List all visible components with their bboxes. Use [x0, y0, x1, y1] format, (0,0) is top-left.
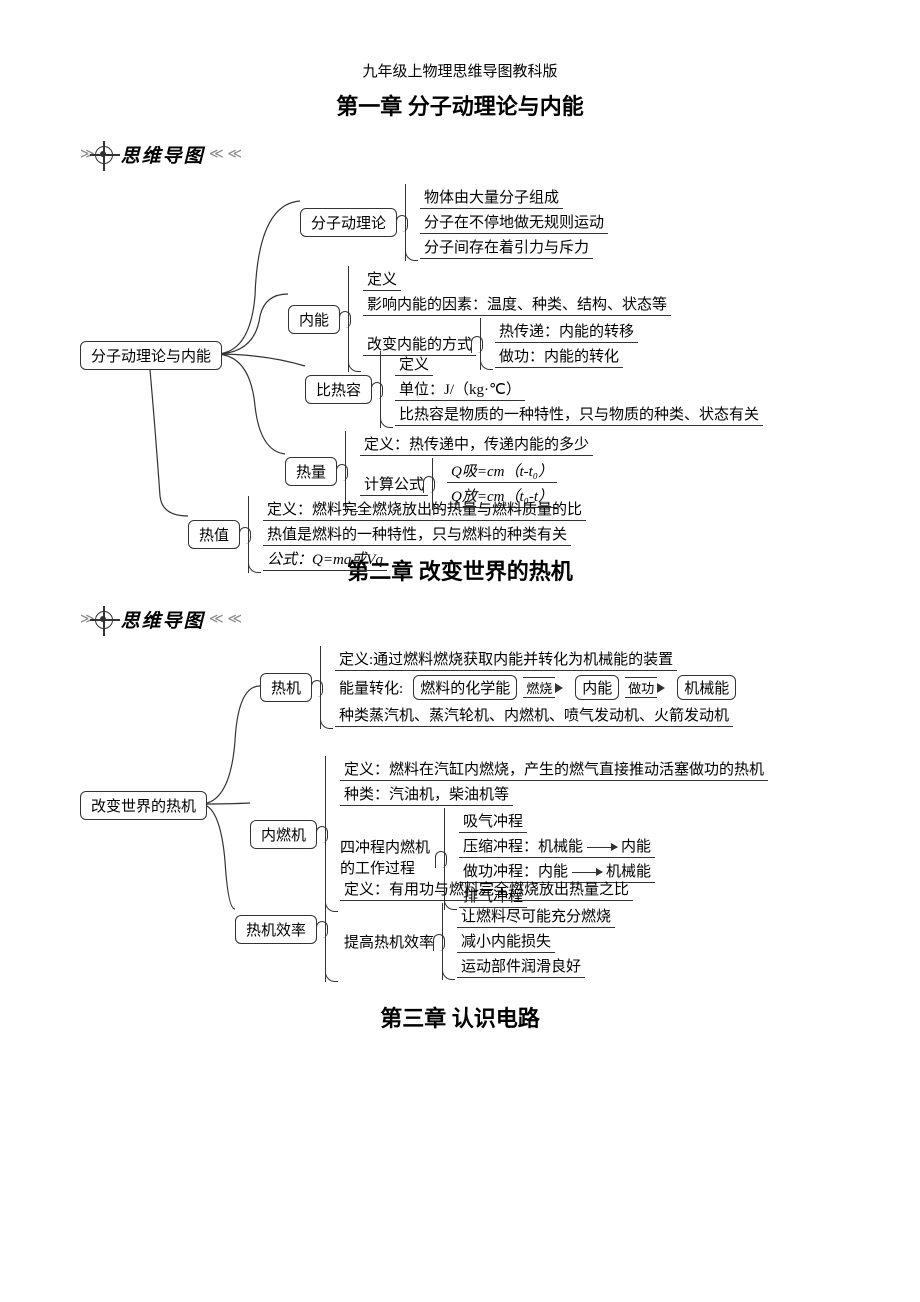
leaf: 种类蒸汽机、蒸汽轮机、内燃机、喷气发动机、火箭发动机 [335, 704, 733, 727]
mindmap-label-text: 思维导图 [121, 141, 205, 168]
leaf: 热值是燃料的一种特性，只与燃料的种类有关 [263, 523, 571, 546]
flow-node: 内能 [575, 675, 619, 700]
map2-branch-heat-engine: 热机 定义:通过燃料燃烧获取内能并转化为机械能的装置 能量转化: 燃料的化学能 … [260, 646, 736, 729]
leaf: 定义：有用功与燃料完全燃烧放出热量之比 [340, 878, 633, 901]
map1-root: 分子动理论与内能 [80, 341, 222, 370]
node-heat-engine: 热机 [260, 673, 312, 702]
mindmap-label-1: ≫ 思维导图 ≫ ≪ [80, 141, 920, 168]
leaf: 热传递：内能的转移 [495, 320, 638, 343]
node-efficiency: 热机效率 [235, 915, 317, 944]
leaf: 让燃料尽可能充分燃烧 [457, 905, 615, 928]
node-heat: 热量 [285, 457, 337, 486]
map1-branch-molecular-theory: 分子动理论 物体由大量分子组成 分子在不停地做无规则运动 分子间存在着引力与斥力 [300, 184, 608, 261]
chapter1-title: 第一章 分子动理论与内能 [0, 89, 920, 121]
leaf-formula: 公式：Q=mq或Vq [263, 548, 387, 571]
map2-root: 改变世界的热机 [80, 791, 207, 820]
node-internal-combustion: 内燃机 [250, 820, 317, 849]
leaf: 分子间存在着引力与斥力 [420, 236, 593, 259]
leaf-formula: Q吸=cm（t-t₀） [447, 460, 557, 483]
leaf: 单位：J/（kg·℃） [395, 378, 525, 401]
arrow-icon [572, 872, 602, 873]
leaf: 定义：燃料完全燃烧放出的热量与燃料质量的比 [263, 498, 586, 521]
node-calorific-value: 热值 [188, 520, 240, 549]
map2-branch-efficiency: 热机效率 定义：有用功与燃料完全燃烧放出热量之比 提高热机效率 让燃料尽可能充分… [235, 876, 633, 982]
arrow-icon [587, 847, 617, 848]
node-molecular-theory: 分子动理论 [300, 208, 397, 237]
leaf: 减小内能损失 [457, 930, 555, 953]
flow-node: 燃料的化学能 [413, 675, 517, 700]
label: 四冲程内燃机的工作过程 [340, 838, 440, 880]
leaf: 定义：热传递中，传递内能的多少 [360, 433, 593, 456]
mindmap-2: 改变世界的热机 热机 定义:通过燃料燃烧获取内能并转化为机械能的装置 能量转化:… [80, 641, 860, 971]
map1-branch-specific-heat: 比热容 定义 单位：J/（kg·℃） 比热容是物质的一种特性，只与物质的种类、状… [305, 351, 763, 428]
mindmap-label-2: ≫ 思维导图 ≫ ≪ [80, 606, 920, 633]
leaf: 物体由大量分子组成 [420, 186, 563, 209]
flow-arrow-label: 做功 [625, 677, 657, 698]
mindmap-1: 分子动理论与内能 分子动理论 物体由大量分子组成 分子在不停地做无规则运动 分子… [80, 176, 860, 546]
leaf: 定义:通过燃料燃烧获取内能并转化为机械能的装置 [335, 648, 677, 671]
map1-branch-calorific-value: 热值 定义：燃料完全燃烧放出的热量与燃料质量的比 热值是燃料的一种特性，只与燃料… [188, 496, 586, 573]
leaf: 计算公式 [360, 473, 428, 496]
flow-arrow-label: 燃烧 [523, 677, 555, 698]
node-internal-energy: 内能 [288, 305, 340, 334]
leaf: 分子在不停地做无规则运动 [420, 211, 608, 234]
leaf: 运动部件润滑良好 [457, 955, 585, 978]
flow-node: 机械能 [677, 675, 736, 700]
page-header: 九年级上物理思维导图教科版 [0, 60, 920, 81]
leaf: 影响内能的因素：温度、种类、结构、状态等 [363, 293, 671, 316]
chapter3-title: 第三章 认识电路 [0, 1001, 920, 1033]
leaf: 吸气冲程 [459, 810, 527, 833]
target-icon [95, 146, 113, 164]
node-specific-heat: 比热容 [305, 375, 372, 404]
leaf: 比热容是物质的一种特性，只与物质的种类、状态有关 [395, 403, 763, 426]
leaf: 定义 [395, 353, 433, 376]
mindmap-label-text: 思维导图 [121, 606, 205, 633]
leaf: 压缩冲程：机械能内能 [459, 835, 655, 858]
leaf: 种类：汽油机，柴油机等 [340, 783, 513, 806]
label: 提高热机效率 [340, 931, 438, 953]
leaf: 定义 [363, 268, 401, 291]
target-icon [95, 611, 113, 629]
label: 能量转化: [335, 677, 407, 699]
leaf: 定义：燃料在汽缸内燃烧，产生的燃气直接推动活塞做功的热机 [340, 758, 768, 781]
